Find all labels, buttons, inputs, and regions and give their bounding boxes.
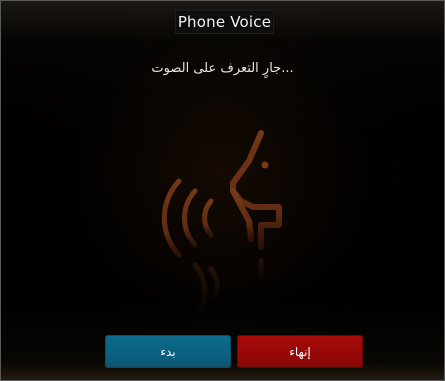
- status-text: ...جارٍ التعرف على الصوت: [151, 61, 294, 76]
- window-title: Phone Voice: [175, 10, 274, 34]
- bottom-glow: [1, 362, 444, 380]
- app-window: Phone Voice ...جارٍ التعرف على الصوت بدء…: [0, 0, 445, 381]
- voice-recognition-head-icon: [161, 130, 282, 320]
